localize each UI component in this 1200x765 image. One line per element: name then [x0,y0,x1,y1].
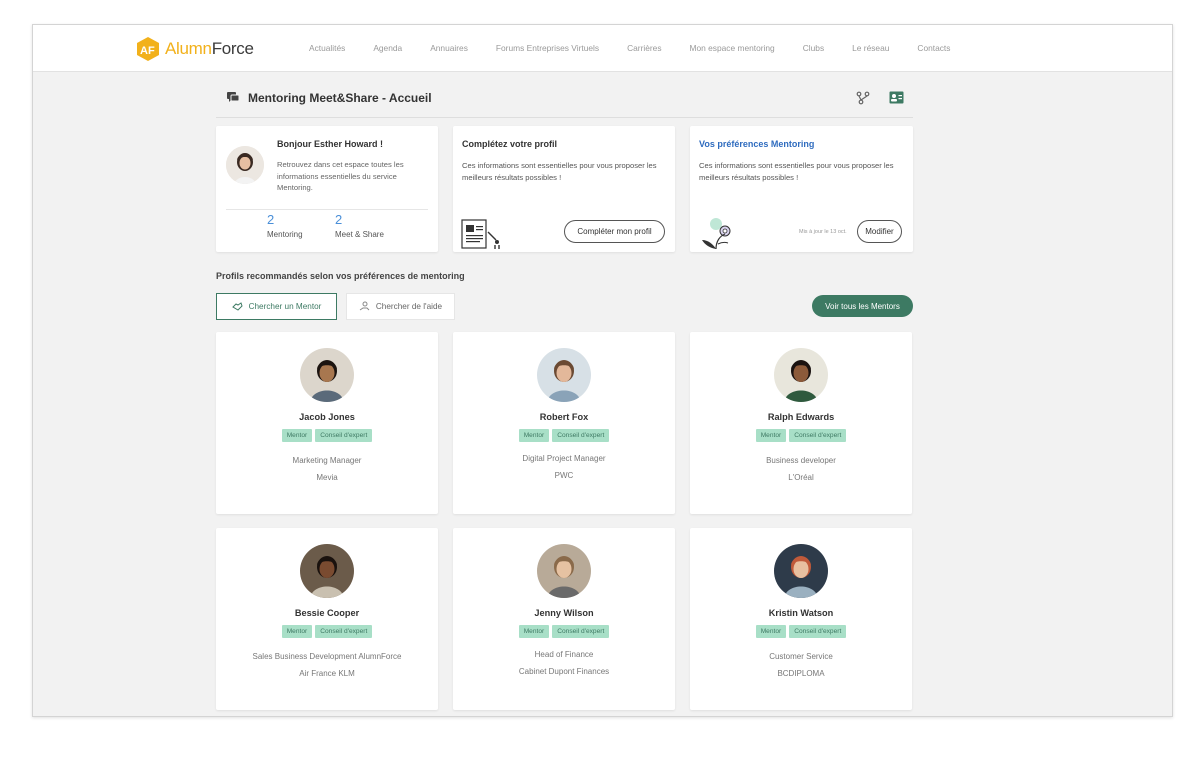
page-header: Mentoring Meet&Share - Accueil [216,88,913,118]
document-illustration-icon [461,219,500,249]
tag-badge: Conseil d'expert [315,429,373,442]
nav-item-forums[interactable]: Forums Entreprises Virtuels [496,43,599,53]
mentor-name: Jenny Wilson [534,608,594,618]
tag-badge: Conseil d'expert [315,625,373,638]
complete-profile-panel: Complétez votre profil Ces informations … [453,126,675,252]
mentor-company: Cabinet Dupont Finances [518,667,610,676]
section-title: Profils recommandés selon vos préférence… [216,271,465,281]
helping-hand-icon [359,301,370,311]
top-navbar: AF AlumnForce Actualités Agenda Annuaire… [33,25,1172,72]
mentor-tags: Mentor Conseil d'expert [453,429,675,442]
tab-label: Chercher de l'aide [375,302,443,311]
mentor-tags: Mentor Conseil d'expert [216,625,438,638]
panel-description: Ces informations sont essentielles pour … [699,161,894,182]
tag-badge: Conseil d'expert [789,625,847,638]
tab-find-help[interactable]: Chercher de l'aide [346,293,455,320]
mentor-avatar [300,544,354,598]
mentor-tags: Mentor Conseil d'expert [690,625,912,638]
mentor-company: L'Oréal [788,473,814,482]
nav-item-actualites[interactable]: Actualités [309,43,345,53]
stat-value: 2 [335,212,343,227]
mentor-avatar [537,544,591,598]
tag-badge: Mentor [281,429,313,442]
panel-title: Complétez votre profil [462,139,558,149]
mentor-name: Ralph Edwards [767,412,835,422]
mentor-card[interactable]: Ralph Edwards Mentor Conseil d'expert Busin… [690,332,912,514]
contact-card-icon[interactable] [889,91,904,104]
stat-label: Mentoring [267,230,303,239]
mentor-tags: Mentor Conseil d'expert [690,429,912,442]
mentor-role: Digital Project Manager [522,454,606,463]
mentor-role: Sales Business Development AlumnForce [252,652,402,661]
tag-badge: Mentor [755,625,787,638]
tag-badge: Mentor [518,429,550,442]
edit-preferences-button[interactable]: Modifier [857,220,902,243]
see-all-mentors-button[interactable]: Voir tous les Mentors [812,295,913,317]
mentor-role: Marketing Manager [292,456,362,465]
svg-text:AF: AF [140,45,155,57]
mentor-name: Bessie Cooper [294,608,360,618]
updated-date: Mis à jour le 13 oct. [799,229,847,235]
tag-badge: Conseil d'expert [552,625,610,638]
mentor-avatar [300,348,354,402]
mentor-avatar [774,544,828,598]
tab-find-mentor[interactable]: Chercher un Mentor [216,293,337,320]
chat-icon [227,92,240,102]
mentor-card[interactable]: Robert Fox Mentor Conseil d'expert Digital … [453,332,675,514]
nav-item-annuaires[interactable]: Annuaires [430,43,468,53]
alumnforce-logo-icon: AF [137,37,159,61]
page-title: Mentoring Meet&Share - Accueil [248,91,432,105]
mentor-company: Air France KLM [299,669,355,678]
mentor-card[interactable]: Bessie Cooper Mentor Conseil d'expert Sales… [216,528,438,710]
mentor-role: Head of Finance [534,650,594,659]
main-nav: Actualités Agenda Annuaires Forums Entre… [309,43,978,53]
stat-mentoring[interactable]: 2 Mentoring [267,212,303,239]
tab-label: Chercher un Mentor [248,302,322,311]
complete-profile-button[interactable]: Compléter mon profil [564,220,665,243]
nav-item-contacts[interactable]: Contacts [917,43,950,53]
panel-description: Ces informations sont essentielles pour … [462,161,657,182]
mentor-name: Robert Fox [539,412,589,422]
nav-item-mentoring[interactable]: Mon espace mentoring [690,43,775,53]
mentor-avatar [537,348,591,402]
nav-item-reseau[interactable]: Le réseau [852,43,889,53]
stat-value: 2 [267,212,275,227]
mentor-name: Kristin Watson [768,608,834,618]
handshake-icon [231,302,243,311]
welcome-greeting: Bonjour Esther Howard ! [277,139,384,149]
browser-frame: AF AlumnForce Actualités Agenda Annuaire… [32,24,1173,717]
mentor-role: Business developer [766,456,836,465]
nav-item-agenda[interactable]: Agenda [373,43,402,53]
divider [226,209,428,210]
mentoring-preferences-panel: Vos préférences Mentoring Ces informatio… [690,126,913,252]
mentor-company: Mevia [316,473,338,482]
stat-meet-share[interactable]: 2 Meet & Share [335,212,384,239]
mentor-card[interactable]: Jacob Jones Mentor Conseil d'expert Marketi… [216,332,438,514]
flower-illustration-icon [702,218,731,250]
tree-icon[interactable] [856,91,870,105]
logo-text: AlumnForce [165,39,254,58]
nav-item-clubs[interactable]: Clubs [803,43,824,53]
mentor-avatar [774,348,828,402]
tag-badge: Conseil d'expert [789,429,847,442]
mentor-tags: Mentor Conseil d'expert [216,429,438,442]
stat-label: Meet & Share [335,230,384,239]
tag-badge: Mentor [518,625,550,638]
mentor-card[interactable]: Kristin Watson Mentor Conseil d'expert Cust… [690,528,912,710]
tag-badge: Mentor [281,625,313,638]
logo[interactable]: AF AlumnForce [135,36,254,62]
user-avatar [226,146,264,184]
mentor-card[interactable]: Jenny Wilson Mentor Conseil d'expert Head o… [453,528,675,710]
mentor-name: Jacob Jones [299,412,355,422]
mentor-company: BCDIPLOMA [777,669,825,678]
tag-badge: Mentor [755,429,787,442]
mentor-tags: Mentor Conseil d'expert [453,625,675,638]
panel-title[interactable]: Vos préférences Mentoring [699,139,814,149]
welcome-description: Retrouvez dans cet espace toutes les inf… [277,160,404,192]
welcome-panel: Bonjour Esther Howard ! Retrouvez dans c… [216,126,438,252]
tag-badge: Conseil d'expert [552,429,610,442]
mentor-role: Customer Service [769,652,833,661]
mentor-company: PWC [554,471,574,480]
nav-item-carrieres[interactable]: Carrières [627,43,661,53]
